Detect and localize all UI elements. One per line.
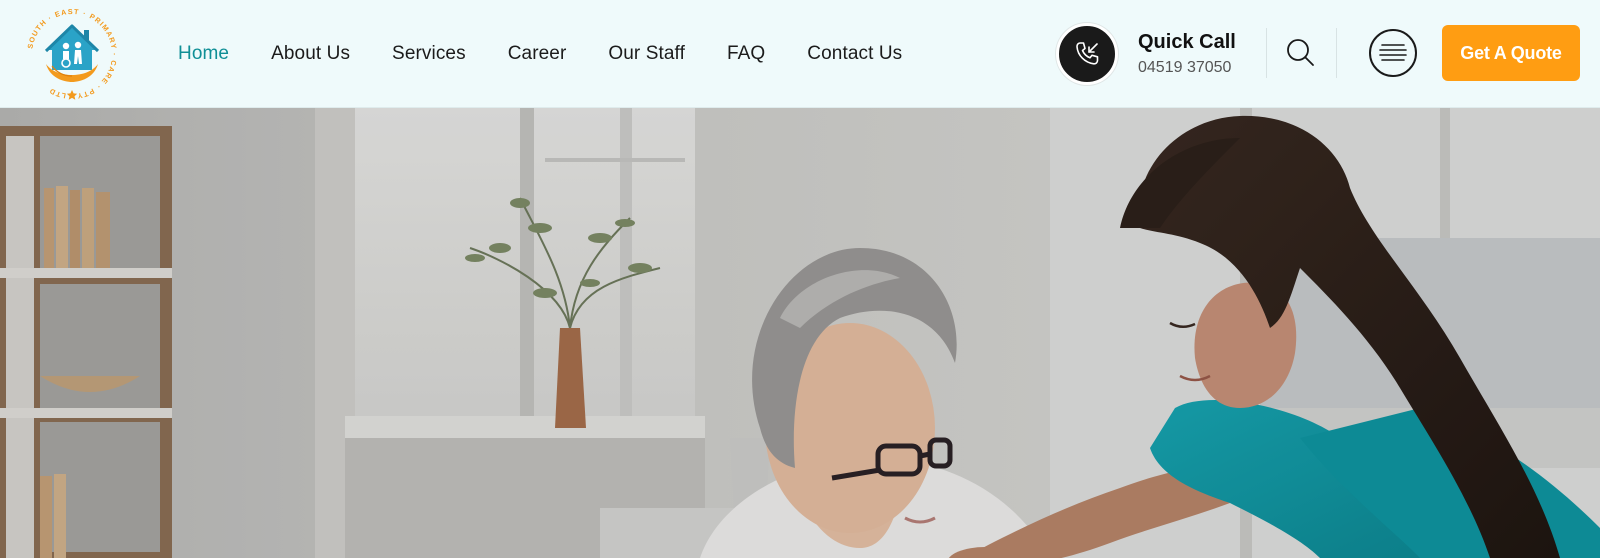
quick-call-title: Quick Call — [1138, 31, 1236, 53]
quick-call[interactable]: Quick Call 04519 37050 — [1056, 22, 1236, 86]
phone-incoming-icon — [1076, 42, 1099, 65]
header-divider — [1336, 28, 1337, 78]
search-icon — [1287, 39, 1314, 66]
get-a-quote-button[interactable]: Get A Quote — [1442, 25, 1580, 81]
quick-call-text: Quick Call 04519 37050 — [1138, 29, 1236, 79]
main-nav: Home About Us Services Career Our Staff … — [178, 0, 944, 108]
search-button[interactable] — [1284, 36, 1318, 70]
nav-home[interactable]: Home — [178, 43, 229, 65]
header-divider — [1266, 28, 1267, 78]
nav-faq[interactable]: FAQ — [727, 43, 765, 65]
nav-services[interactable]: Services — [392, 43, 466, 65]
quick-call-number[interactable]: 04519 37050 — [1138, 57, 1236, 79]
nav-career[interactable]: Career — [508, 43, 567, 65]
site-header: SOUTH · EAST · PRIMARY · CARE · PTY · LT… — [0, 0, 1600, 108]
phone-button[interactable] — [1056, 23, 1118, 85]
hamburger-menu-icon — [1379, 44, 1407, 61]
hero-banner — [0, 108, 1600, 558]
nav-contact-us[interactable]: Contact Us — [807, 43, 902, 65]
logo-emblem-icon: SOUTH · EAST · PRIMARY · CARE · PTY · LT… — [25, 7, 117, 101]
company-logo[interactable]: SOUTH · EAST · PRIMARY · CARE · PTY · LT… — [22, 4, 122, 104]
nav-our-staff[interactable]: Our Staff — [608, 43, 685, 65]
nav-about-us[interactable]: About Us — [271, 43, 350, 65]
hero-photo — [0, 108, 1600, 558]
menu-button[interactable] — [1369, 29, 1417, 77]
